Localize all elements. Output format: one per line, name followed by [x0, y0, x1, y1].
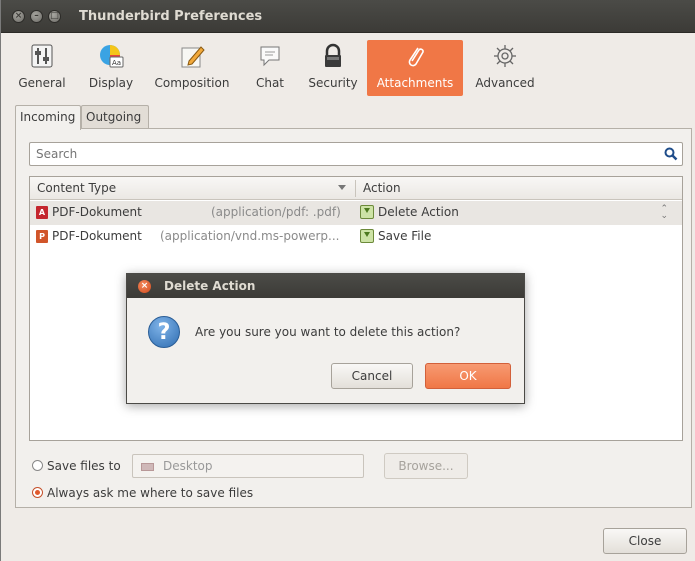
close-button[interactable]: Close — [603, 528, 687, 554]
preferences-toolbar: General Aa Display Composition Chat Secu… — [11, 40, 695, 97]
pencil-icon — [179, 43, 205, 69]
always-ask-radio[interactable] — [32, 487, 43, 498]
download-folder-field[interactable]: Desktop — [132, 454, 364, 478]
content-type-mime: (application/pdf: .pdf) — [211, 205, 341, 219]
dialog-title: Delete Action — [164, 279, 256, 293]
toolbar-attachments-label: Attachments — [376, 76, 454, 90]
sliders-icon — [29, 43, 55, 69]
preferences-window: × – □ Thunderbird Preferences General Aa… — [0, 0, 695, 561]
window-title: Thunderbird Preferences — [79, 9, 263, 24]
ok-button[interactable]: OK — [425, 363, 511, 389]
tab-outgoing[interactable]: Outgoing — [81, 105, 149, 129]
palette-icon: Aa — [98, 43, 124, 69]
dialog-title-bar: × Delete Action — [127, 274, 524, 298]
pdf-file-icon: A — [36, 206, 48, 219]
toolbar-security[interactable]: Security — [304, 40, 362, 96]
content-type-name: PDF-Dokument — [52, 205, 142, 219]
toolbar-chat[interactable]: Chat — [251, 40, 289, 96]
delete-action-dialog: × Delete Action ? Are you sure you want … — [126, 273, 525, 404]
download-folder-name: Desktop — [163, 459, 213, 473]
toolbar-advanced-label: Advanced — [475, 76, 535, 90]
browse-button[interactable]: Browse... — [384, 453, 468, 479]
search-input[interactable] — [34, 146, 634, 162]
toolbar-attachments[interactable]: Attachments — [367, 40, 463, 96]
download-action-icon — [360, 229, 374, 243]
table-row[interactable]: P PDF-Dokument (application/vnd.ms-power… — [30, 225, 682, 249]
toolbar-general[interactable]: General — [11, 40, 73, 96]
maximize-window-icon[interactable]: □ — [48, 10, 61, 23]
svg-text:Aa: Aa — [112, 59, 121, 67]
save-files-to-radio[interactable] — [32, 460, 43, 471]
toolbar-advanced[interactable]: Advanced — [473, 40, 537, 96]
toolbar-display-label: Display — [88, 76, 134, 90]
paperclip-icon — [402, 43, 428, 69]
spinner-arrows-icon[interactable]: ⌃ ⌄ — [660, 205, 668, 221]
folder-icon — [141, 463, 154, 471]
always-ask-option[interactable]: Always ask me where to save files — [32, 486, 253, 500]
download-action-icon — [360, 205, 374, 219]
toolbar-composition[interactable]: Composition — [149, 40, 235, 96]
toolbar-general-label: General — [18, 76, 66, 90]
content-type-name: PDF-Dokument — [52, 229, 142, 243]
action-label: Save File — [378, 229, 432, 243]
presentation-file-icon: P — [36, 230, 48, 243]
minimize-window-icon[interactable]: – — [30, 10, 43, 23]
cancel-button[interactable]: Cancel — [331, 363, 413, 389]
question-icon: ? — [148, 316, 180, 348]
chat-bubble-icon — [257, 43, 283, 69]
dialog-message: Are you sure you want to delete this act… — [195, 325, 461, 339]
save-files-to-label: Save files to — [47, 459, 121, 473]
column-divider[interactable] — [355, 180, 356, 197]
search-box — [29, 142, 683, 166]
sort-descending-icon[interactable] — [338, 185, 346, 190]
lock-icon — [320, 43, 346, 69]
search-icon[interactable] — [664, 147, 678, 161]
table-header: Content Type Action — [30, 177, 682, 200]
close-window-icon[interactable]: × — [12, 10, 25, 23]
save-files-to-option[interactable]: Save files to — [32, 459, 121, 473]
toolbar-chat-label: Chat — [255, 76, 285, 90]
content-type-mime: (application/vnd.ms-powerp... — [160, 229, 340, 243]
dialog-close-icon[interactable]: × — [138, 280, 151, 293]
column-content-type[interactable]: Content Type — [37, 181, 116, 195]
toolbar-composition-label: Composition — [154, 76, 230, 90]
action-select[interactable]: Delete Action — [378, 205, 459, 219]
toolbar-security-label: Security — [308, 76, 358, 90]
tab-incoming[interactable]: Incoming — [15, 105, 81, 130]
column-action[interactable]: Action — [363, 181, 401, 195]
title-bar: × – □ Thunderbird Preferences — [1, 0, 695, 33]
toolbar-display[interactable]: Aa Display — [81, 40, 141, 96]
always-ask-label: Always ask me where to save files — [47, 486, 254, 500]
gear-icon — [492, 43, 518, 69]
table-row[interactable]: A PDF-Dokument (application/pdf: .pdf) D… — [30, 201, 682, 225]
